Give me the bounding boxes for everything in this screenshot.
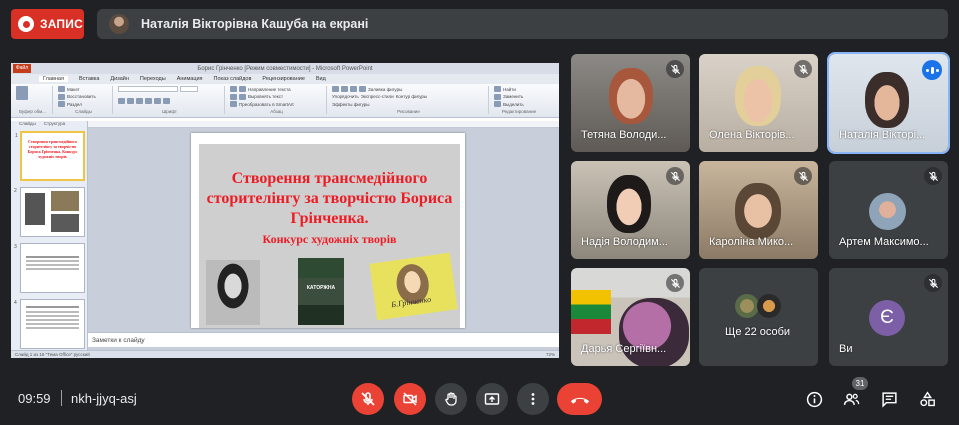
activities-button[interactable] [918,390,936,408]
people-count-badge: 31 [852,377,868,390]
speaking-indicator-icon [922,60,942,80]
info-icon [806,391,822,407]
mic-off-icon [666,167,684,185]
slide-thumbnail-4: 4 [14,299,85,349]
presenting-banner: Наталія Вікторівна Кашуба на екрані [97,9,948,39]
slide-editor: Створення трансмедійного сторителінгу за… [88,121,559,350]
slide-notes: Заметки к слайду [88,332,559,347]
call-end-icon [570,397,589,404]
mic-off-icon [794,167,812,185]
presenter-avatar [109,14,129,34]
ruler [88,121,559,128]
camera-off-icon [403,392,417,406]
participant-tile[interactable]: Дарья Сергіївн... [571,268,690,366]
participant-tile[interactable]: Кароліна Мико... [699,161,818,259]
current-slide: Створення трансмедійного сторителінгу за… [191,133,465,328]
slide-thumbnail-2: 2 [14,187,85,237]
camera-toggle-button[interactable] [394,383,426,415]
mic-off-icon [361,392,375,406]
participant-name: Надія Володим... [581,236,668,248]
avatar [735,294,759,318]
ribbon-group-clipboard: Буфер обм... [13,86,53,114]
ppt-tab: Вид [315,76,326,82]
presenting-text: Наталія Вікторівна Кашуба на екрані [141,17,369,31]
ppt-tab: Главная [39,76,68,82]
participant-tile[interactable]: Олена Вікторів... [699,54,818,152]
divider [61,390,62,406]
ribbon-group-editing: Найти Заменить Выделить Редактирование [491,86,547,114]
more-options-button[interactable] [517,383,549,415]
anniversary-image: Б.Грінченко [369,252,458,321]
participant-name: Тетяна Володи... [581,129,667,141]
ppt-ribbon-tabs: Главная Вставка Дизайн Переходы Анимация… [11,74,559,84]
participant-name: Дарья Сергіївн... [581,343,667,355]
ribbon-group-paragraph: Направление текста Выровнять текст Преоб… [227,86,327,114]
more-participants-tile[interactable]: Ще 22 особи [699,268,818,366]
ribbon-group-slides: Макет Восстановить Раздел Слайды [55,86,113,114]
avatar [869,193,906,230]
slide-subtitle: Конкурс художніх творів [262,232,397,246]
ppt-tab: Вставка [78,76,100,82]
slide-title: Створення трансмедійного сторителінгу за… [206,170,453,227]
mic-off-icon [924,274,942,292]
mic-off-icon [666,274,684,292]
mic-off-icon [794,60,812,78]
meeting-code: nkh-jjyq-asj [71,391,137,406]
ppt-window-title: Борис Грінченко [Режим совместимости] - … [197,65,373,72]
participant-tile[interactable]: Артем Максимо... [829,161,948,259]
self-tile[interactable]: Є Ви [829,268,948,366]
ppt-workspace: Слайды Структура 1 Створення трансмедійн… [11,121,559,350]
portrait-photo [206,260,260,325]
clock: 09:59 [18,391,51,406]
activities-icon [919,390,935,406]
participant-name: Кароліна Мико... [709,236,794,248]
record-icon [18,16,34,32]
people-icon [843,393,859,405]
book-cover: КАТОРЖНА [298,258,344,325]
avatar: Є [869,300,905,336]
shared-screen: Файл Борис Грінченко [Режим совместимост… [11,63,559,358]
hand-icon [445,392,457,406]
avatar [757,294,781,318]
meeting-details-button[interactable] [805,390,823,408]
participant-name: Ви [839,343,853,355]
ppt-tab: Анимация [176,76,203,82]
slide-thumbnail-1: 1 Створення трансмедійного сторителінгу … [15,131,85,181]
slide-thumbnail-3: 3 [14,243,85,293]
slide-thumbnails: Слайды Структура 1 Створення трансмедійн… [11,121,88,350]
ppt-tab: Дизайн [110,76,129,82]
participant-tile[interactable]: Тетяна Володи... [571,54,690,152]
ppt-ribbon: Буфер обм... Макет Восстановить Раздел С… [11,84,559,118]
participant-name: Артем Максимо... [839,236,929,248]
present-screen-button[interactable] [476,383,508,415]
ppt-tab: Показ слайдов [213,76,252,82]
mic-toggle-button[interactable] [352,383,384,415]
ppt-titlebar: Файл Борис Грінченко [Режим совместимост… [11,63,559,74]
ppt-tab: Переходы [139,76,166,82]
people-button[interactable] [842,390,860,408]
more-icon [531,393,535,405]
ppt-tab: Рецензирование [262,76,305,82]
participant-name: Олена Вікторів... [709,129,795,141]
record-label: ЗАПИС [40,17,83,31]
participant-tile[interactable]: Наталія Вікторі... [827,52,950,154]
end-call-button[interactable] [557,383,602,415]
panel-tabs: Слайды Структура [19,121,66,126]
participant-name: Наталія Вікторі... [839,129,926,141]
chat-button[interactable] [880,390,898,408]
ribbon-group-font: Шрифт [115,86,225,114]
flag-image [571,290,611,334]
ppt-file-tab: Файл [13,64,31,73]
raise-hand-button[interactable] [435,383,467,415]
participant-tile[interactable]: Надія Володим... [571,161,690,259]
ppt-statusbar: Слайд 1 из 16 "Тема Office" русский 72% [11,350,559,358]
more-participants-label: Ще 22 особи [725,326,791,338]
mic-off-icon [924,167,942,185]
ribbon-group-drawing: Заливка фигуры Упорядочить Экспресс-стили… [329,86,489,114]
present-icon [484,393,500,405]
record-button[interactable]: ЗАПИС [11,9,84,39]
mic-off-icon [666,60,684,78]
chat-icon [881,391,897,408]
